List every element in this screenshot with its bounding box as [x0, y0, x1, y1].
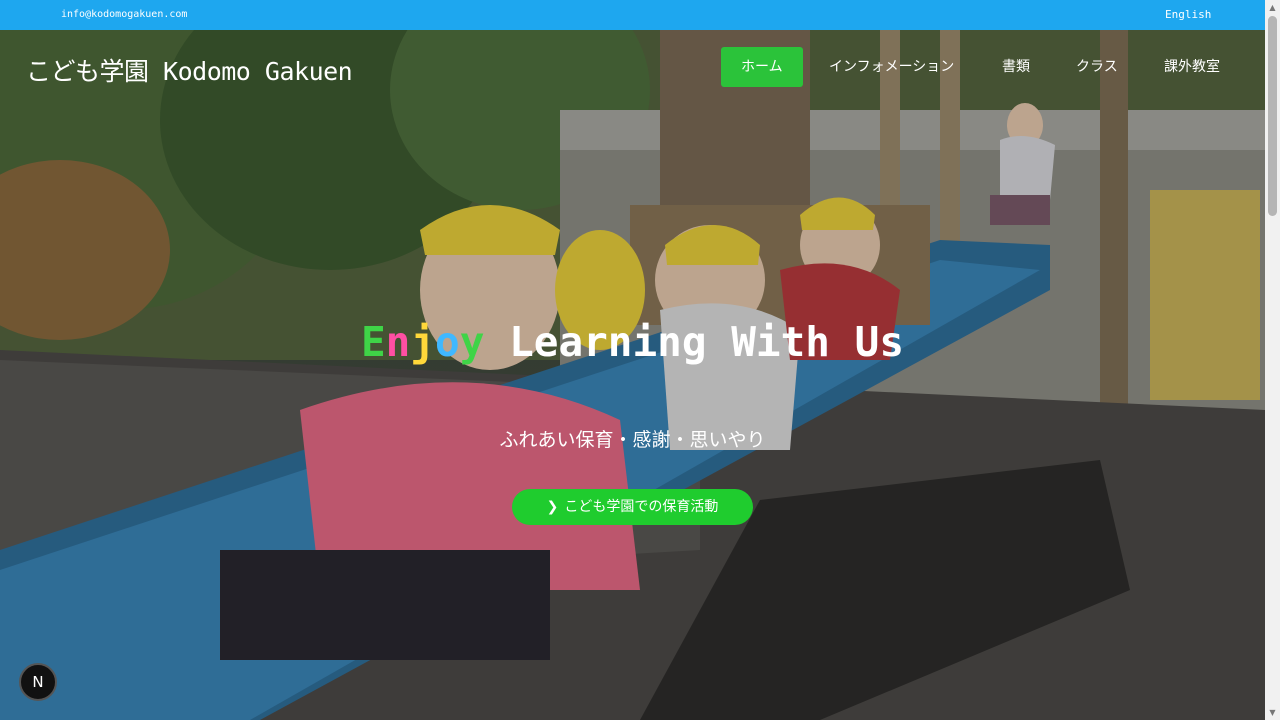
hero-headline: Enjoy Learning With Us [360, 318, 905, 366]
contact-email-link[interactable]: info@kodomogakuen.com [61, 9, 187, 20]
nextjs-devtools-badge[interactable]: N [19, 663, 57, 701]
activities-cta-button[interactable]: ❯ こども学園での保育活動 [512, 489, 753, 525]
scroll-up-arrow-icon[interactable]: ▲ [1265, 0, 1280, 15]
nav-item-extracurricular[interactable]: 課外教室 [1164, 47, 1220, 87]
nav-item-documents[interactable]: 書類 [1002, 47, 1030, 87]
scrollbar-thumb[interactable] [1268, 16, 1277, 216]
top-bar: info@kodomogakuen.com English [0, 0, 1265, 30]
nav-item-information[interactable]: インフォメーション [829, 47, 954, 87]
cta-label: こども学園での保育活動 [564, 499, 719, 515]
hero-tagline: ふれあい保育・感謝・思いやり [499, 429, 766, 451]
nav-item-home[interactable]: ホーム [721, 47, 803, 87]
hero-overlay [0, 30, 1265, 720]
scroll-down-arrow-icon[interactable]: ▼ [1265, 705, 1280, 720]
language-switch-link[interactable]: English [1165, 8, 1211, 21]
hero-section [0, 30, 1265, 720]
nav-item-classes[interactable]: クラス [1076, 47, 1118, 87]
page-scrollbar[interactable]: ▲ ▼ [1265, 0, 1280, 720]
chevron-right-icon: ❯ [546, 499, 559, 515]
site-logo-text[interactable]: こども学園 Kodomo Gakuen [26, 52, 353, 88]
